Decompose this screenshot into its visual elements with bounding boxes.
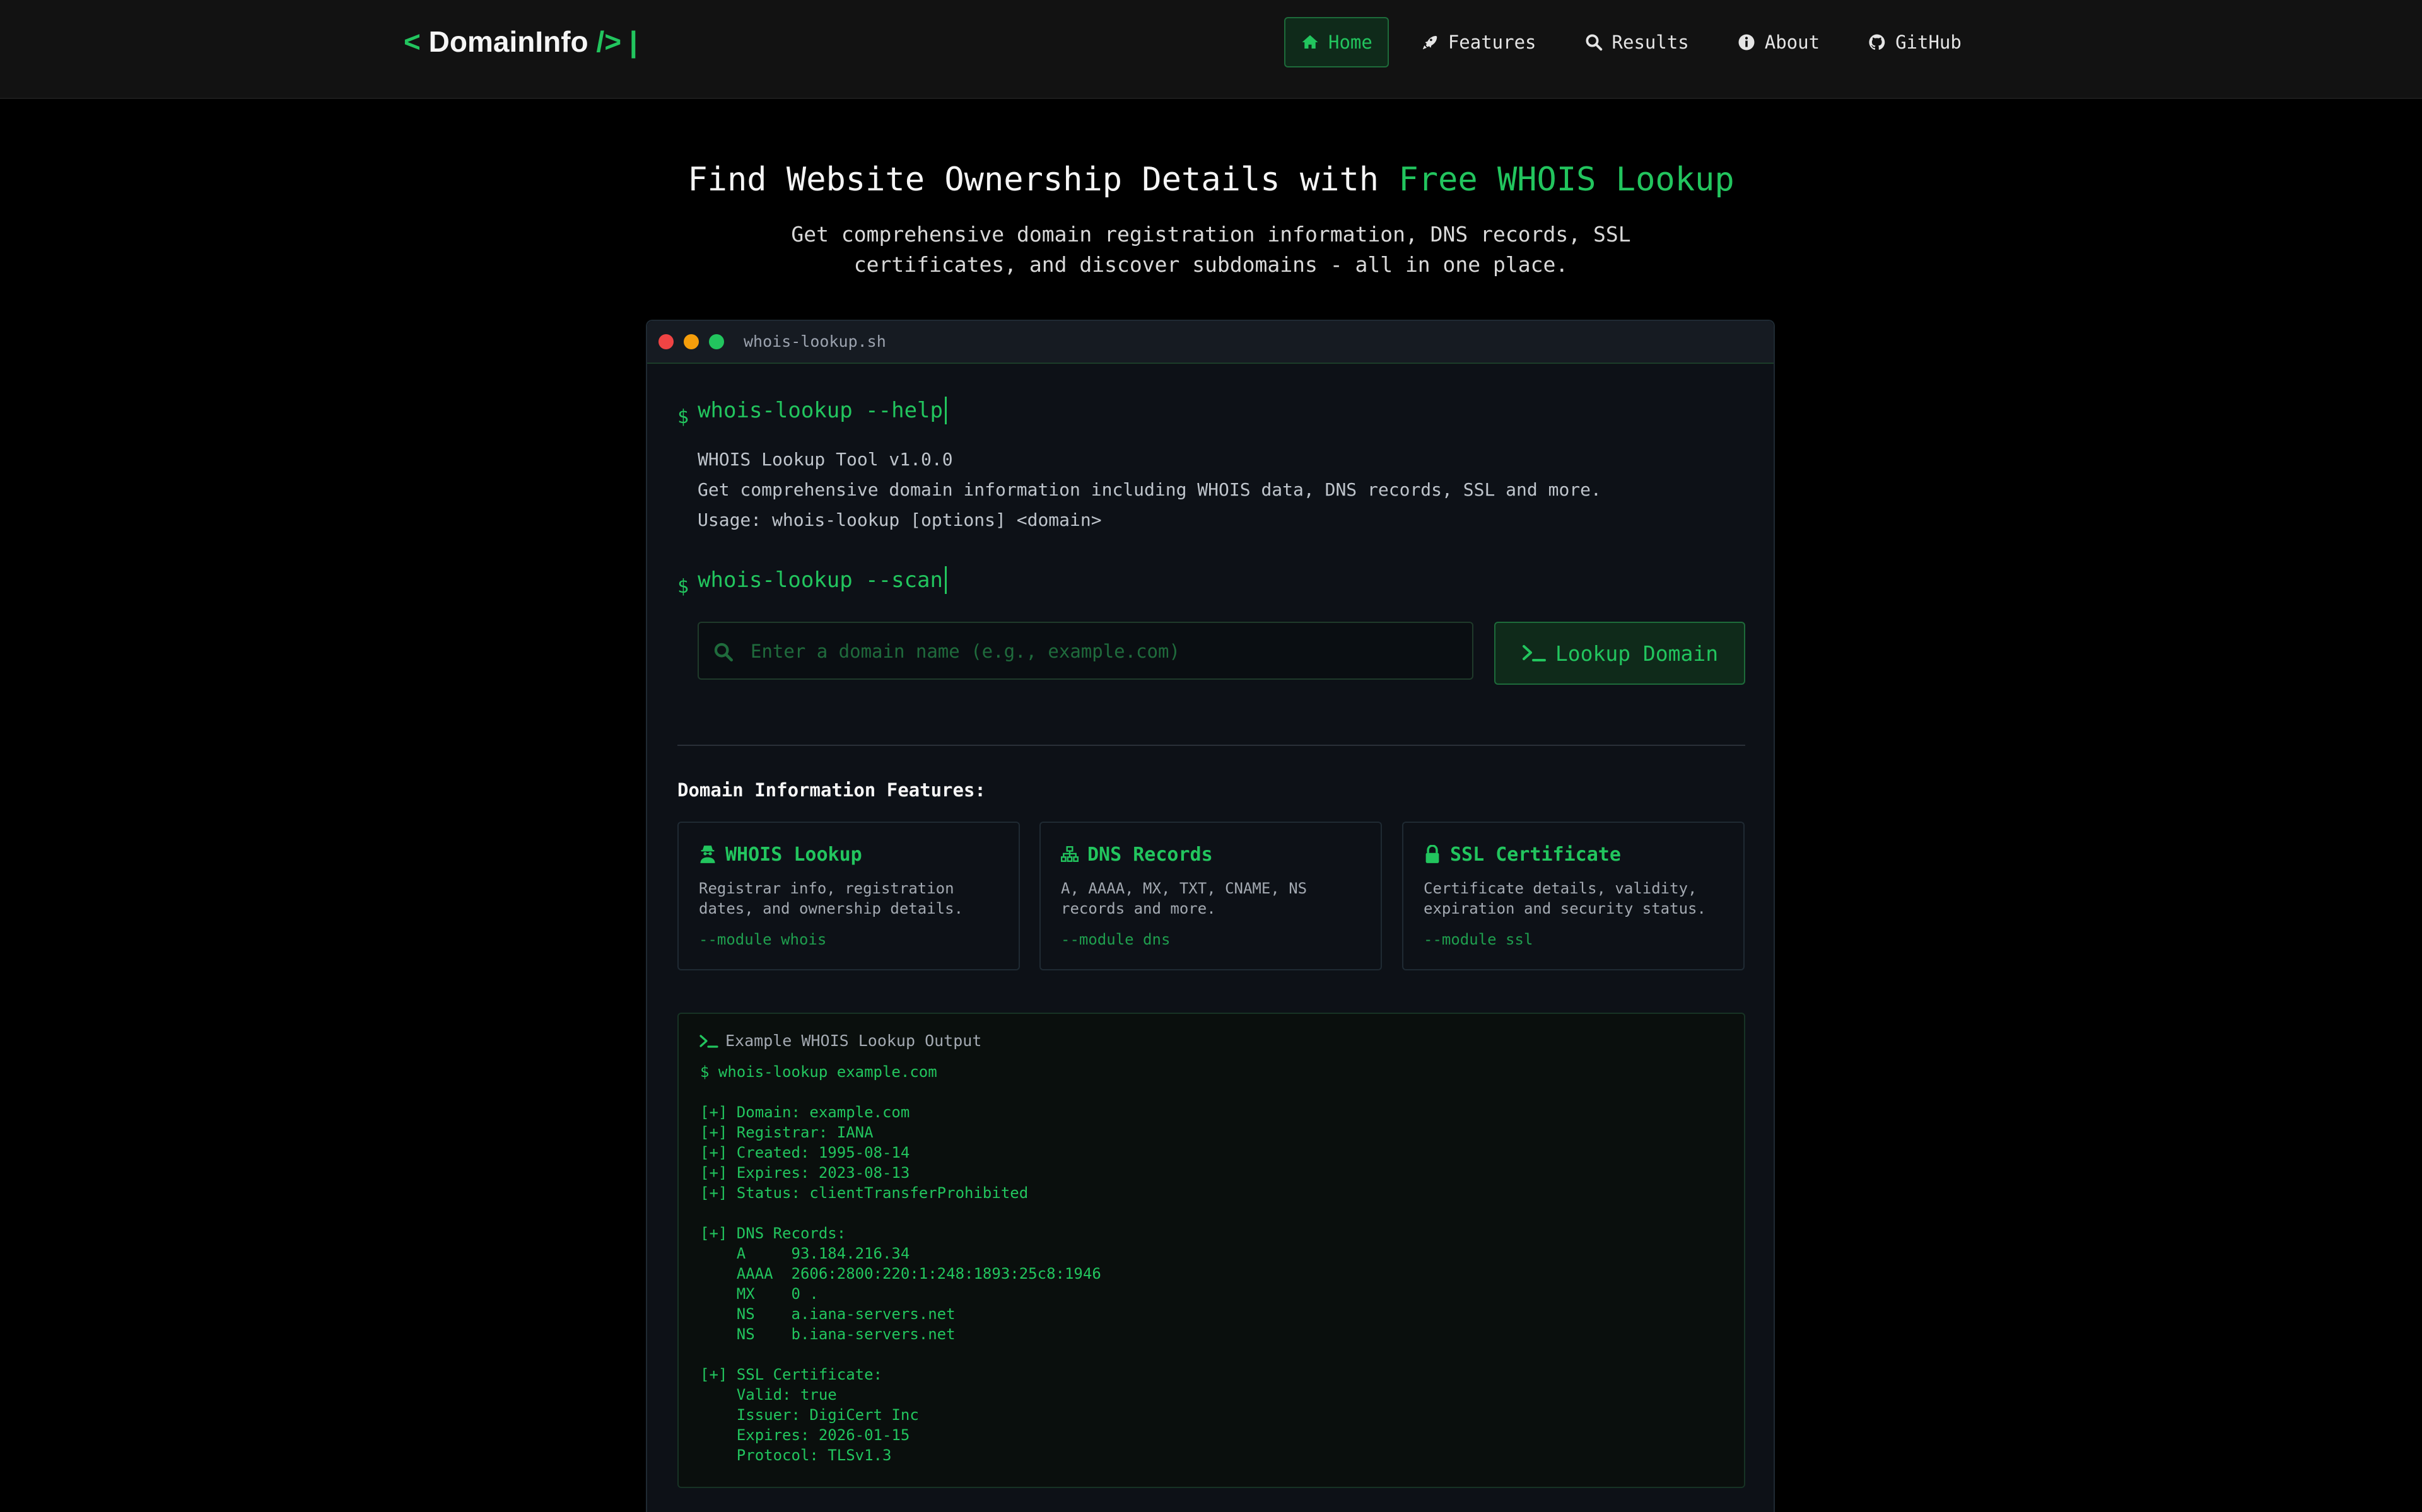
terminal-window: whois-lookup.sh $ whois-lookup --help WH…	[646, 320, 1775, 1512]
feature-card-title: SSL Certificate	[1424, 842, 1621, 867]
nav-github-link[interactable]: GitHub	[1851, 17, 1978, 67]
scan-command: whois-lookup --scan	[698, 567, 943, 593]
nav-features-label: Features	[1448, 32, 1536, 53]
feature-card-title: DNS Records	[1061, 842, 1213, 867]
feature-card-title-text: WHOIS Lookup	[725, 843, 862, 866]
feature-card-description: Certificate details, validity, expiratio…	[1424, 880, 1706, 917]
feature-card-title-text: DNS Records	[1087, 843, 1213, 866]
terminal-cursor	[945, 566, 947, 594]
domain-search-input[interactable]	[749, 623, 1465, 680]
nav-home-link[interactable]: Home	[1284, 17, 1389, 67]
example-output-text: $ whois-lookup example.com [+] Domain: e…	[700, 1063, 1101, 1464]
top-navbar: < DomainInfo /> | Home Features Results …	[0, 0, 2422, 99]
logo-close-bracket: />	[596, 25, 622, 58]
hero-subtitle: Get comprehensive domain registration in…	[791, 222, 1631, 277]
features-heading: Domain Information Features:	[677, 779, 986, 801]
lock-icon	[1425, 845, 1439, 863]
nav-results-link[interactable]: Results	[1568, 17, 1705, 67]
logo-cursor: |	[629, 25, 638, 58]
domain-search-box	[698, 622, 1473, 680]
feature-card-whois[interactable]: WHOIS Lookup Registrar info, registratio…	[677, 822, 1020, 970]
help-command: whois-lookup --help	[698, 398, 943, 423]
feature-card-description: Registrar info, registration dates, and …	[699, 880, 964, 917]
lookup-domain-button[interactable]: Lookup Domain	[1494, 622, 1745, 685]
site-logo[interactable]: < DomainInfo /> |	[404, 23, 638, 61]
nav-about-label: About	[1764, 32, 1820, 53]
example-output-panel: Example WHOIS Lookup Output $ whois-look…	[677, 1013, 1745, 1488]
nav-features-link[interactable]: Features	[1404, 17, 1553, 67]
example-output-header: Example WHOIS Lookup Output	[699, 1032, 981, 1050]
nav-links: Home Features Results About GitHub	[1284, 17, 1993, 67]
sitemap-icon	[1061, 846, 1079, 862]
maximize-window-dot[interactable]	[709, 334, 724, 349]
nav-results-label: Results	[1612, 32, 1689, 53]
prompt-symbol: $	[677, 406, 689, 428]
info-icon	[1738, 34, 1755, 50]
feature-card-dns[interactable]: DNS Records A, AAAA, MX, TXT, CNAME, NS …	[1039, 822, 1382, 970]
section-divider	[677, 745, 1745, 746]
terminal-title: whois-lookup.sh	[744, 332, 886, 351]
rocket-icon	[1422, 36, 1437, 50]
logo-text: DomainInfo	[428, 25, 588, 58]
help-output-line: WHOIS Lookup Tool v1.0.0	[698, 449, 953, 470]
feature-card-title: WHOIS Lookup	[699, 842, 862, 867]
search-icon	[714, 643, 734, 662]
hero-title-highlight: Free WHOIS Lookup	[1398, 161, 1735, 199]
feature-card-flag: --module dns	[1061, 931, 1171, 948]
hero-title-prefix: Find Website Ownership Details with	[687, 161, 1379, 199]
nav-github-label: GitHub	[1895, 32, 1962, 53]
user-secret-icon	[700, 846, 715, 863]
feature-card-ssl[interactable]: SSL Certificate Certificate details, val…	[1402, 822, 1745, 970]
feature-card-title-text: SSL Certificate	[1450, 843, 1621, 866]
help-output-line: Get comprehensive domain information inc…	[698, 479, 1601, 500]
search-icon	[1586, 34, 1602, 51]
feature-card-flag: --module whois	[699, 931, 827, 948]
help-prompt-line: $ whois-lookup --help	[677, 393, 947, 428]
close-window-dot[interactable]	[658, 334, 674, 349]
feature-card-flag: --module ssl	[1424, 931, 1533, 948]
github-icon	[1869, 34, 1885, 50]
nav-about-link[interactable]: About	[1721, 17, 1836, 67]
lookup-domain-label: Lookup Domain	[1555, 641, 1719, 666]
logo-open-bracket: <	[404, 25, 421, 58]
terminal-prompt-icon	[1522, 645, 1546, 661]
terminal-titlebar: whois-lookup.sh	[647, 321, 1774, 364]
nav-home-label: Home	[1328, 32, 1372, 53]
prompt-symbol: $	[677, 576, 689, 598]
help-output-line: Usage: whois-lookup [options] <domain>	[698, 509, 1102, 530]
scan-prompt-line: $ whois-lookup --scan	[677, 562, 947, 598]
home-icon	[1302, 35, 1318, 49]
example-output-title: Example WHOIS Lookup Output	[725, 1032, 982, 1050]
minimize-window-dot[interactable]	[684, 334, 699, 349]
terminal-prompt-icon	[699, 1034, 718, 1048]
feature-card-description: A, AAAA, MX, TXT, CNAME, NS records and …	[1061, 880, 1308, 917]
hero-title: Find Website Ownership Details with Free…	[0, 158, 2422, 202]
terminal-cursor	[945, 397, 947, 424]
